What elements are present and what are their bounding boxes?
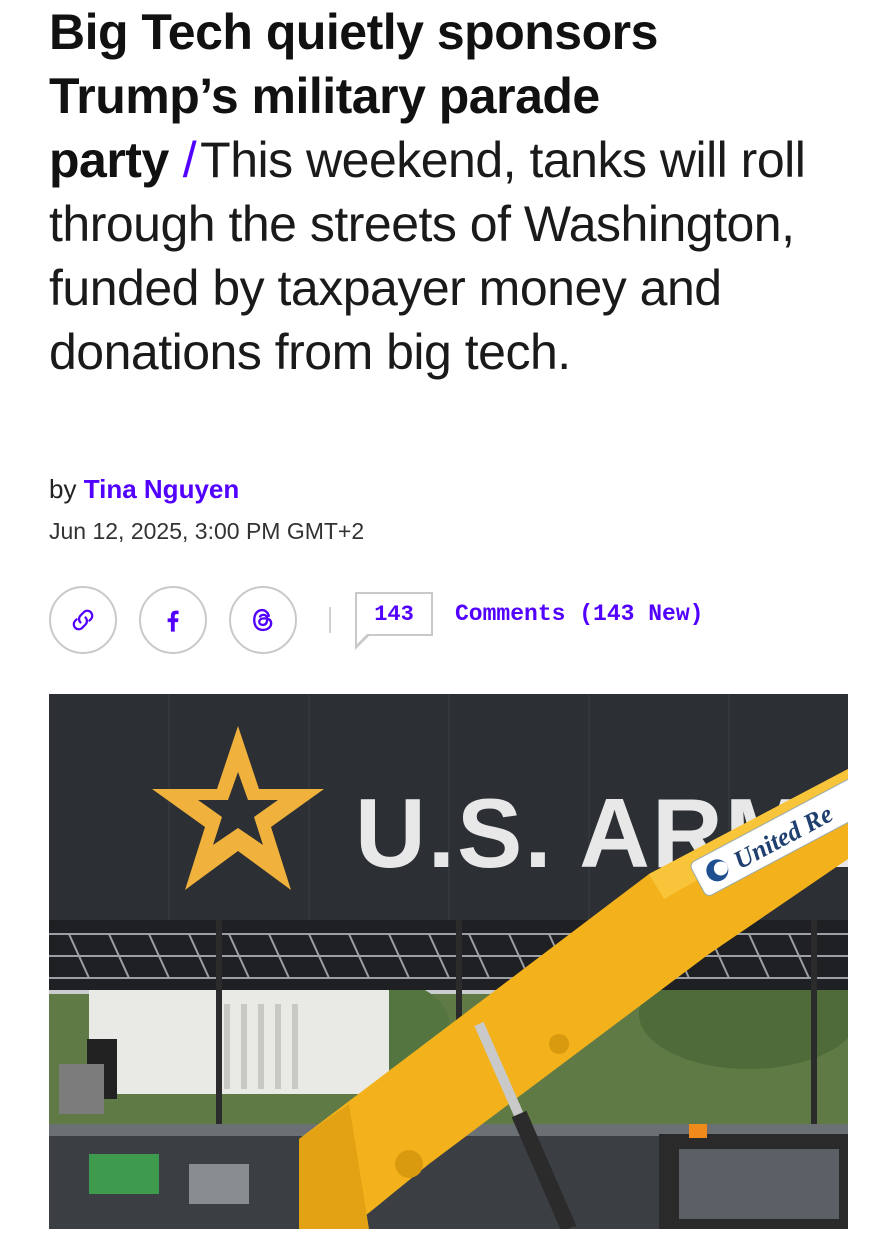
author-link[interactable]: Tina Nguyen [84,474,240,504]
link-icon [72,609,94,631]
hero-photo: U.S. ARMY United Re [49,694,848,1229]
speech-bubble-tail [355,632,371,650]
publish-date: Jun 12, 2025, 3:00 PM GMT+2 [49,518,365,544]
article-page: Big Tech quietly sponsors Trump’s milita… [0,0,896,1248]
threads-icon [253,608,273,632]
byline-prefix: by [49,474,77,504]
article-heading: Big Tech quietly sponsors Trump’s milita… [49,0,849,384]
comment-count: 143 [374,601,414,627]
share-bar: 143 Comments (143 New) [49,584,703,656]
facebook-share-button[interactable] [139,586,207,654]
white-house [89,984,389,1094]
threads-share-button[interactable] [229,586,297,654]
byline: by Tina Nguyen [49,474,239,505]
facebook-icon [167,610,179,632]
comment-count-badge[interactable]: 143 [355,592,433,650]
share-divider [329,607,331,633]
headline-separator: / [182,132,197,188]
hero-photo-illustration: U.S. ARMY United Re [49,694,848,1229]
comments-link[interactable]: Comments (143 New) [455,601,703,627]
copy-link-button[interactable] [49,586,117,654]
